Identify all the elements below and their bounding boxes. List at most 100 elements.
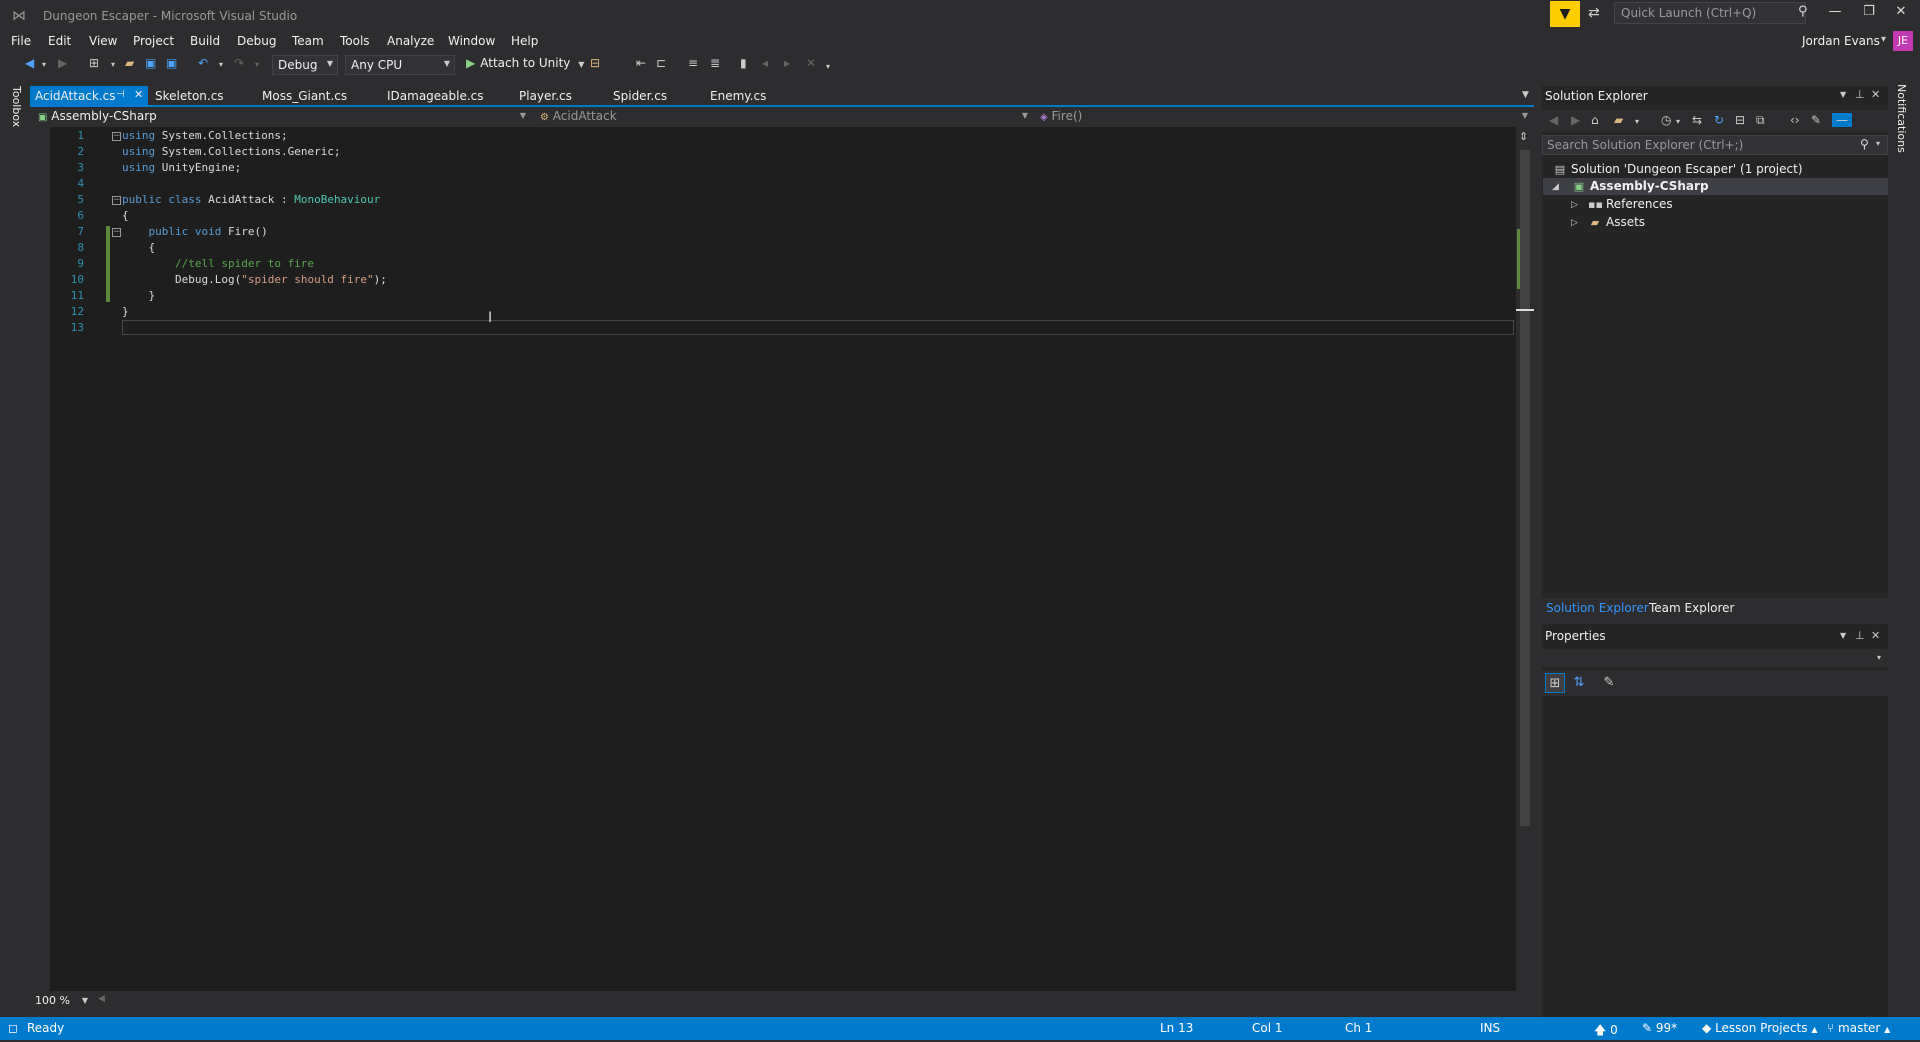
forward-icon[interactable]: ▶ [58,56,67,70]
uncomment-icon[interactable]: ≣ [710,56,720,70]
back-icon[interactable]: ◀ [25,56,34,70]
menu-project[interactable]: Project [133,34,174,48]
alphabetical-icon[interactable]: ⇅ [1569,673,1589,693]
toolbox-tab[interactable]: Toolbox [10,86,23,127]
split-icon[interactable]: ⇕ [1519,130,1528,143]
solution-search-input[interactable]: Search Solution Explorer (Ctrl+;) [1542,135,1888,155]
categorized-icon[interactable]: ⊞ [1545,673,1565,693]
chevron-down-icon[interactable]: ▾ [1881,34,1886,45]
publish-status[interactable]: 🡅 0 [1594,1021,1618,1042]
chevron-down-icon[interactable]: ▾ [1877,653,1881,662]
chevron-down-icon[interactable]: ▾ [255,60,259,69]
menu-view[interactable]: View [89,34,117,48]
tab-solution-explorer[interactable]: Solution Explorer [1546,601,1649,615]
pin-icon[interactable]: ⊥ [1855,629,1865,642]
restore-button[interactable]: ❐ [1854,4,1884,19]
close-icon[interactable]: ✕ [134,88,143,101]
tab-acidattack[interactable]: AcidAttack.cs ⊣ ✕ [30,86,148,106]
menu-help[interactable]: Help [511,34,538,48]
quick-launch-input[interactable]: Quick Launch (Ctrl+Q) [1614,2,1806,24]
project-node[interactable]: ▣ Assembly-CSharp [1572,179,1709,193]
collapsed-arrow-icon[interactable]: ▷ [1571,218,1578,228]
collapse-all-icon[interactable]: ⊟ [1735,113,1745,127]
save-all-icon[interactable]: ▣ [166,56,177,70]
menu-edit[interactable]: Edit [48,34,71,48]
new-project-icon[interactable]: ⊞ [89,56,99,70]
close-button[interactable]: ✕ [1886,4,1916,19]
preview-icon[interactable]: — [1832,113,1852,127]
pin-icon[interactable]: ⊥ [1855,88,1865,101]
menu-window[interactable]: Window [448,34,495,48]
chevron-down-icon[interactable]: ▾ [1876,139,1880,148]
home-icon[interactable]: ⌂ [1591,113,1599,127]
window-position-icon[interactable]: ▼ [1840,90,1846,99]
tab-spider[interactable]: Spider.cs [608,86,672,106]
menu-tools[interactable]: Tools [340,34,370,48]
collapse-icon[interactable]: − [112,196,121,205]
user-name[interactable]: Jordan Evans [1802,34,1880,48]
avatar[interactable]: JE [1893,31,1913,51]
attach-to-unity-button[interactable]: ▶ Attach to Unity ▼ [466,56,584,70]
pin-icon[interactable]: ⊣ [116,89,125,100]
menu-file[interactable]: File [11,34,31,48]
collapse-icon[interactable]: − [112,228,121,237]
tab-idamageable[interactable]: IDamageable.cs [382,86,489,106]
tab-player[interactable]: Player.cs [514,86,577,106]
pending-changes-icon[interactable]: ◷ [1661,113,1671,127]
switch-views-icon[interactable]: ▰ [1614,113,1623,127]
sync-icon[interactable]: ⇆ [1692,113,1702,127]
bookmark-icon[interactable]: ▮ [740,56,747,70]
member-dropdown[interactable]: ◈ Fire() ▼ [1036,108,1534,125]
menu-team[interactable]: Team [292,34,324,48]
back-icon[interactable]: ◀ [1549,113,1558,127]
solution-node[interactable]: ▤ Solution 'Dungeon Escaper' (1 project) [1553,162,1803,176]
chevron-down-icon[interactable]: ▾ [42,60,46,69]
project-dropdown[interactable]: ▣ Assembly-CSharp ▼ [34,108,532,125]
pending-edits[interactable]: ✎ 99* [1642,1021,1677,1035]
show-all-files-icon[interactable]: ⧉ [1756,113,1765,128]
close-icon[interactable]: ✕ [1871,88,1880,101]
save-icon[interactable]: ▣ [145,56,156,70]
prev-bookmark-icon[interactable]: ◂ [762,56,768,70]
expanded-arrow-icon[interactable]: ◢ [1552,182,1559,192]
window-position-icon[interactable]: ▼ [1840,631,1846,640]
horizontal-scrollbar[interactable] [30,992,1534,1010]
chevron-down-icon[interactable]: ▾ [111,60,115,69]
tab-skeleton[interactable]: Skeleton.cs [150,86,229,106]
tab-overflow-icon[interactable]: ▼ [1522,90,1529,100]
assets-node[interactable]: ▰ Assets [1588,215,1645,229]
references-node[interactable]: ▪▪ References [1588,197,1673,211]
properties-object-select[interactable] [1542,649,1888,667]
tab-enemy[interactable]: Enemy.cs [705,86,771,106]
next-bookmark-icon[interactable]: ▸ [784,56,790,70]
step-icon[interactable]: ⇤ [636,56,646,70]
tab-moss-giant[interactable]: Moss_Giant.cs [257,86,352,106]
chevron-down-icon[interactable]: ▾ [1635,117,1639,126]
comment-icon[interactable]: ≡ [688,56,698,70]
clear-bookmarks-icon[interactable]: ✕ [806,56,816,70]
forward-icon[interactable]: ▶ [1571,113,1580,127]
notifications-tab[interactable]: Notifications [1895,84,1908,153]
collapsed-arrow-icon[interactable]: ▷ [1571,200,1578,210]
minimize-button[interactable]: — [1820,4,1850,19]
collapse-icon[interactable]: − [112,132,121,141]
zoom-select[interactable]: 100 % ▼ [32,993,92,1009]
refresh-icon[interactable]: ↻ [1714,113,1724,127]
platform-select[interactable]: Any CPU ▼ [345,55,455,75]
browse-icon[interactable]: ⊟ [590,56,600,70]
search-icon[interactable]: ⚲ [1798,4,1808,19]
menu-debug[interactable]: Debug [237,34,276,48]
properties-icon[interactable]: ✎ [1811,113,1821,127]
status-insert-mode[interactable]: INS [1480,1021,1500,1035]
filter-icon[interactable]: ▼ [1550,1,1580,27]
chevron-down-icon[interactable]: ▾ [219,60,223,69]
property-pages-icon[interactable]: ✎ [1599,673,1619,693]
redo-icon[interactable]: ↷ [234,56,244,70]
tab-team-explorer[interactable]: Team Explorer [1649,601,1735,615]
toolbar-overflow-icon[interactable]: ▾ [826,62,830,71]
repository-status[interactable]: ◆ Lesson Projects ▲ [1702,1021,1817,1035]
close-icon[interactable]: ✕ [1871,629,1880,642]
layout-icon[interactable]: ⊏ [656,56,666,70]
search-icon[interactable]: ⚲ [1860,137,1869,151]
scroll-left-icon[interactable]: ◀ [98,994,105,1004]
